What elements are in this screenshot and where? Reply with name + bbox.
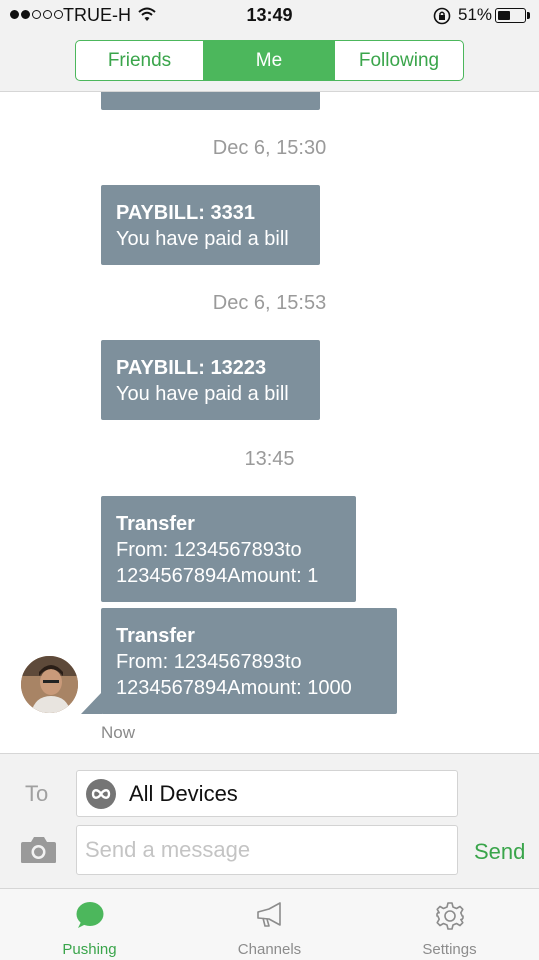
gear-icon <box>435 901 465 936</box>
timestamp: Dec 6, 15:53 <box>212 292 327 314</box>
feed-segmented-control: Friends Me Following <box>75 40 464 81</box>
message-bubble: Transfer From: 1234567893to 1234567894Am… <box>101 608 397 714</box>
timestamp: Dec 6, 15:30 <box>212 137 327 159</box>
message-body: You have paid a bill <box>116 383 289 405</box>
tab-following[interactable]: Following <box>335 41 463 80</box>
camera-icon[interactable] <box>20 836 57 869</box>
tab-label: Channels <box>237 941 302 958</box>
battery-level-fill <box>498 11 510 20</box>
send-button[interactable]: Send <box>474 839 525 865</box>
tab-pushing[interactable]: Pushing <box>0 889 179 960</box>
tab-channels[interactable]: Channels <box>180 889 359 960</box>
timestamp: 13:45 <box>244 448 295 470</box>
message-bubble: PAYBILL: 3331 You have paid a bill <box>101 185 320 265</box>
message-body: You have paid a bill <box>116 228 289 250</box>
battery-percentage: 51% <box>458 5 493 24</box>
bubble-tail <box>81 692 102 714</box>
recipient-name: All Devices <box>129 781 238 806</box>
rotation-lock-icon <box>433 7 451 30</box>
tab-me[interactable]: Me <box>204 41 335 80</box>
message-body: From: 1234567893to 1234567894Amount: 100… <box>116 651 352 699</box>
message-title: PAYBILL: 3331 <box>116 202 255 224</box>
tab-settings[interactable]: Settings <box>360 889 539 960</box>
message-bubble: Transfer From: 1234567893to 1234567894Am… <box>101 496 356 602</box>
to-label: To <box>25 781 49 806</box>
tab-friends[interactable]: Friends <box>76 41 204 80</box>
tab-label: Settings <box>422 941 477 958</box>
message-bubble-partial <box>101 92 320 110</box>
message-body: From: 1234567893to 1234567894Amount: 1 <box>116 539 319 587</box>
speech-bubble-icon <box>75 901 105 934</box>
avatar[interactable] <box>21 656 78 713</box>
battery-icon <box>495 8 526 23</box>
bottom-tab-bar: Pushing Channels Settings <box>0 889 539 960</box>
compose-panel: To All Devices Send <box>0 753 539 889</box>
tab-label: Pushing <box>62 941 117 958</box>
message-title: Transfer <box>116 625 195 647</box>
battery-tip <box>527 12 530 19</box>
message-bubble: PAYBILL: 13223 You have paid a bill <box>101 340 320 420</box>
message-status: Now <box>101 723 136 742</box>
message-list[interactable]: Dec 6, 15:30 PAYBILL: 3331 You have paid… <box>0 92 539 753</box>
megaphone-icon <box>255 901 285 934</box>
message-title: PAYBILL: 13223 <box>116 357 267 379</box>
message-input[interactable] <box>76 825 458 875</box>
recipient-selector[interactable]: All Devices <box>76 770 458 817</box>
top-navigation: Friends Me Following <box>0 30 539 92</box>
infinity-icon <box>86 779 116 809</box>
status-bar: TRUE-H 13:49 51% <box>0 0 539 30</box>
message-title: Transfer <box>116 513 195 535</box>
